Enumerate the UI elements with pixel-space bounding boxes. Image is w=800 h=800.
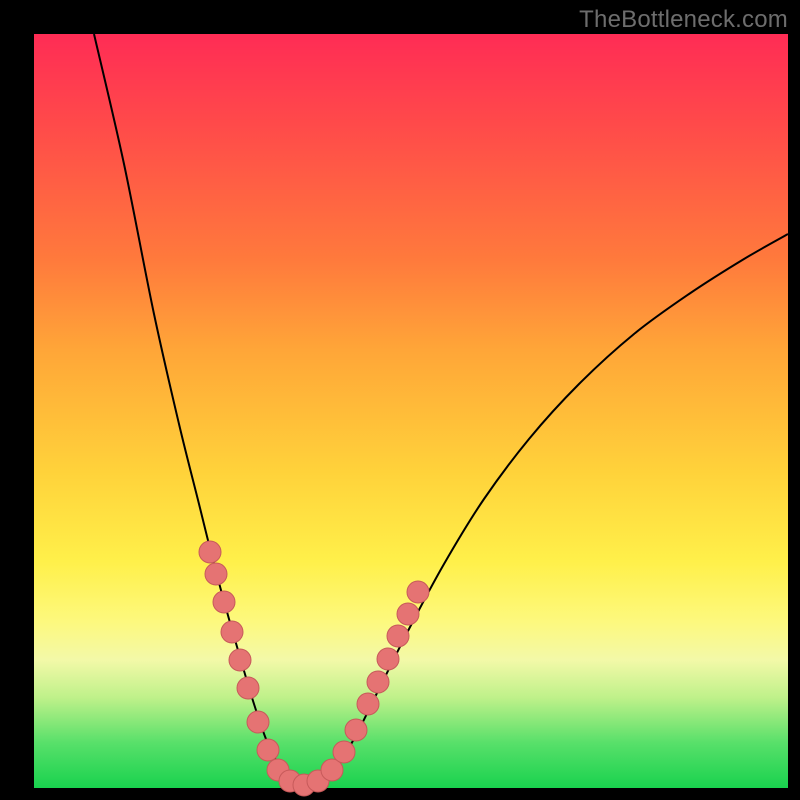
bottleneck-curve [94,34,788,786]
data-dot [221,621,243,643]
curve-layer [34,34,788,788]
data-dot [345,719,367,741]
data-dot [377,648,399,670]
data-dot [247,711,269,733]
data-dot [237,677,259,699]
data-dot [367,671,389,693]
data-dot [213,591,235,613]
data-dot [407,581,429,603]
data-dot [357,693,379,715]
data-dot [387,625,409,647]
data-dot [397,603,419,625]
data-dot [333,741,355,763]
watermark-text: TheBottleneck.com [579,6,788,34]
data-dot [199,541,221,563]
plot-area [34,34,788,788]
data-dots [199,541,429,796]
data-dot [229,649,251,671]
chart-frame: TheBottleneck.com [0,0,800,800]
data-dot [257,739,279,761]
data-dot [205,563,227,585]
